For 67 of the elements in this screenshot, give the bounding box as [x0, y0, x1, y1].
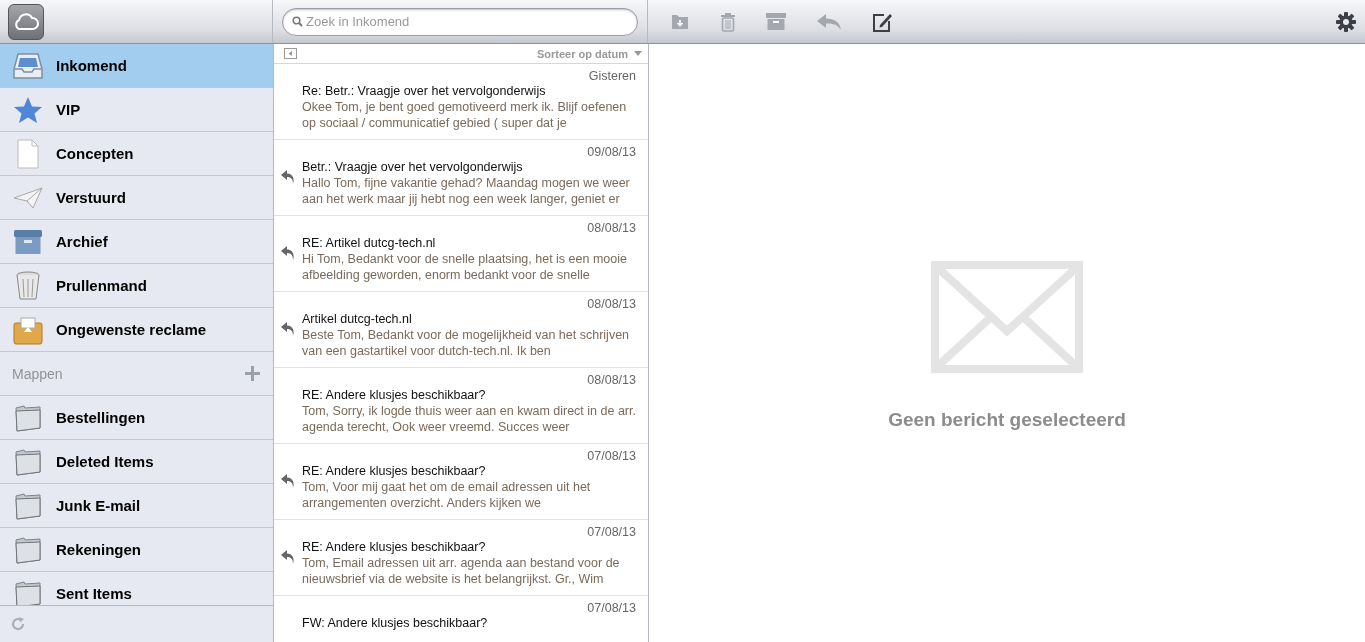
message-date: Gisteren [587, 68, 636, 84]
add-icon[interactable] [245, 366, 260, 381]
archive-box-icon [13, 228, 43, 255]
folder-item[interactable]: Bestellingen [0, 396, 273, 440]
caret-icon [634, 51, 642, 56]
envelope-icon [931, 261, 1083, 373]
refresh-icon[interactable] [11, 617, 25, 631]
message-item[interactable]: 08/08/13 Artikel dutcg-tech.nl Beste Tom, Bedankt voor de mogelijkheid van het schrijven van een gastartikel voor dutch-tech.nl. Ik ben [274, 292, 648, 368]
folder-item[interactable]: Sent Items [0, 572, 273, 605]
section-header: Mappen [12, 365, 63, 382]
folder-icon [14, 535, 42, 564]
message-item[interactable]: 07/08/13 RE: Andere klusjes beschikbaar? Tom, Voor mij gaat het om de email adressen uit het arrangementen overzicht. Anders kijken we [274, 444, 648, 520]
message-preview: Beste Tom, Bedankt voor de mogelijkheid van het schrijven van een gastartikel voor dutch-tech.nl. Ik ben [302, 327, 631, 359]
message-subject: RE: Artikel dutcg-tech.nl [302, 236, 437, 251]
message-preview: Okee Tom, je bent goed gemotiveerd merk ik. Blijf oefenen op sociaal / communicatief gebied ( super dat je [302, 99, 628, 131]
folder-icon [14, 579, 42, 605]
message-date: 09/08/13 [586, 144, 636, 160]
document-icon [16, 138, 40, 169]
folder-icon [14, 447, 42, 476]
message-preview: Tom, Email adressen uit arr. agenda aan bestand voor de nieuwsbrief via de website is het belangrijkst. Gr., Wim [302, 555, 621, 587]
folder-icon [14, 403, 42, 432]
cloud-icon [13, 12, 39, 31]
compose-icon[interactable] [872, 11, 894, 32]
message-date: 08/08/13 [586, 296, 636, 312]
message-subject: Betr.: Vraagje over het vervolgonderwijs [302, 160, 524, 175]
star-icon [13, 95, 43, 124]
junk-box-icon [13, 314, 43, 345]
message-subject: Artikel dutcg-tech.nl [302, 312, 413, 327]
mailbox-item[interactable]: Concepten [0, 132, 273, 176]
message-item[interactable]: Gisteren Re: Betr.: Vraagje over het vervolgonderwijs Okee Tom, je bent goed gemotiveerd merk ik. Blijf oefenen op sociaal / communicatief gebied ( super dat je [274, 64, 648, 140]
message-subject: RE: Andere klusjes beschikbaar? [302, 388, 487, 403]
mailbox-item[interactable]: Archief [0, 220, 273, 264]
mailbox-item[interactable]: Inkomend [0, 44, 273, 88]
folder-item[interactable]: Junk E-mail [0, 484, 273, 528]
paper-plane-icon [13, 185, 43, 210]
message-item[interactable]: 08/08/13 RE: Artikel dutcg-tech.nl Hi Tom, Bedankt voor de snelle plaatsing, het is een mooie afbeelding geworden, enorm bedankt voor de snelle [274, 216, 648, 292]
mailbox-item[interactable]: Ongewenste reclame [0, 308, 273, 352]
message-item[interactable]: 07/08/13 FW: Andere klusjes beschikbaar? [274, 596, 648, 642]
mailbox-item[interactable]: Verstuurd [0, 176, 273, 220]
message-date: 08/08/13 [586, 220, 636, 236]
message-preview: Tom, Sorry, ik logde thuis weer aan en kwam direct in de arr. agenda terecht, Ook weer vreemd. Succes weer [302, 403, 636, 435]
message-subject: FW: Andere klusjes beschikbaar? [302, 616, 489, 631]
mailbox-item[interactable]: Prullenmand [0, 264, 273, 308]
message-item[interactable]: 09/08/13 Betr.: Vraagje over het vervolgonderwijs Hallo Tom, fijne vakantie gehad? Maandag mogen we weer aan het werk maar jij hebt nog een week langer, geniet er [274, 140, 648, 216]
message-preview: Hi Tom, Bedankt voor de snelle plaatsing, het is een mooie afbeelding geworden, enorm bedankt voor de snelle [302, 251, 628, 283]
folder-item[interactable]: Deleted Items [0, 440, 273, 484]
folder-item[interactable]: Rekeningen [0, 528, 273, 572]
folder-icon [14, 491, 42, 520]
settings-icon[interactable] [1336, 11, 1356, 32]
message-item[interactable]: 07/08/13 RE: Andere klusjes beschikbaar? Tom, Email adressen uit arr. agenda aan bestand voor de nieuwsbrief via de website is het belangrijkst. Gr., Wim [274, 520, 648, 596]
mailbox-item[interactable]: VIP [0, 88, 273, 132]
message-subject: RE: Andere klusjes beschikbaar? [302, 464, 487, 479]
message-preview: Tom, Voor mij gaat het om de email adressen uit het arrangementen overzicht. Anders kijken we [302, 479, 592, 511]
inbox-tray-icon [13, 51, 43, 80]
message-preview: Hallo Tom, fijne vakantie gehad? Maandag mogen we weer aan het werk maar jij hebt nog een week langer, geniet er [302, 175, 631, 207]
message-date: 07/08/13 [586, 600, 636, 616]
wastebasket-icon [15, 270, 41, 301]
message-date: 08/08/13 [586, 372, 636, 388]
collapse-panel-icon[interactable] [284, 48, 297, 59]
search-field[interactable]: Zoek in Inkomend [282, 7, 638, 36]
message-subject: Re: Betr.: Vraagje over het vervolgonderwijs [302, 84, 547, 99]
message-item[interactable]: 08/08/13 RE: Andere klusjes beschikbaar? Tom, Sorry, ik logde thuis weer aan en kwam direct in de arr. agenda terecht, Ook weer vreemd. Succes weer [274, 368, 648, 444]
message-date: 07/08/13 [586, 524, 636, 540]
empty-state-message: Geen bericht geselecteerd [888, 409, 1126, 431]
message-subject: RE: Andere klusjes beschikbaar? [302, 540, 487, 555]
cloud-logo-button[interactable] [8, 3, 44, 40]
message-date: 07/08/13 [586, 448, 636, 464]
